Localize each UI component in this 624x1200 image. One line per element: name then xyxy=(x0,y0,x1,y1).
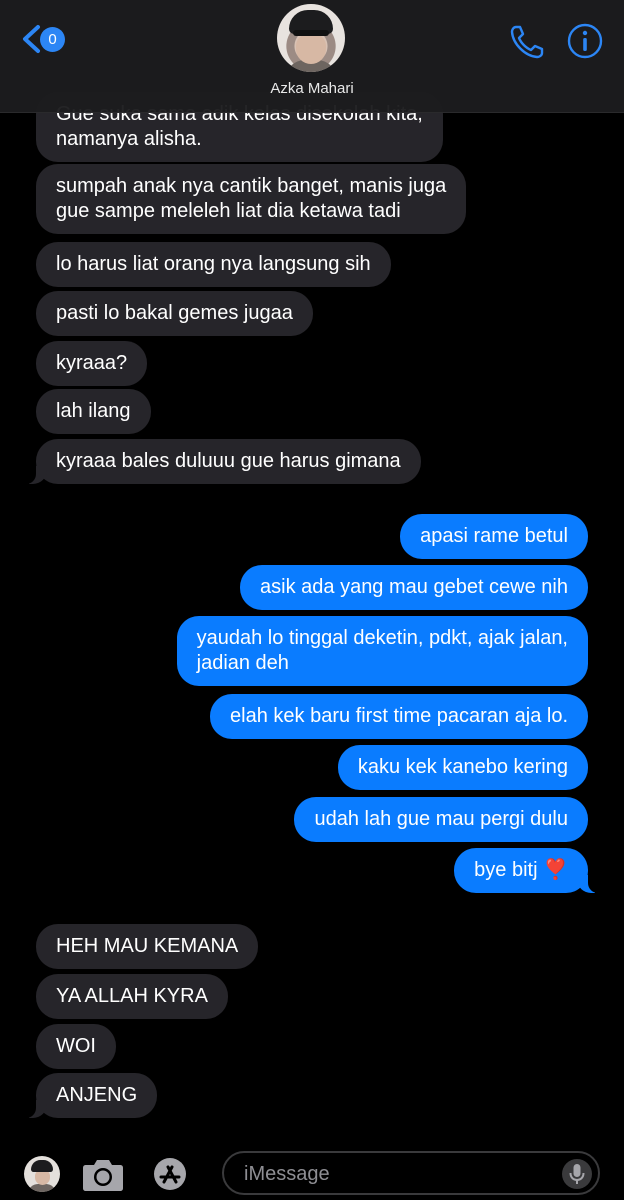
info-icon xyxy=(567,23,603,59)
compose-bar: iMessage xyxy=(0,1140,624,1200)
message-text: lah ilang xyxy=(56,400,131,422)
camera-button[interactable] xyxy=(82,1156,124,1192)
message-text: WOI xyxy=(56,1035,96,1057)
message-bubble-outgoing[interactable]: asik ada yang mau gebet cewe nih xyxy=(240,565,588,610)
message-text: asik ada yang mau gebet cewe nih xyxy=(260,576,568,598)
message-bubble-incoming[interactable]: WOI xyxy=(36,1024,116,1069)
info-button[interactable] xyxy=(566,22,604,60)
message-text: jadian deh xyxy=(196,652,289,674)
contact-name[interactable]: Azka Mahari xyxy=(0,80,624,97)
message-text: HEH MAU KEMANA xyxy=(56,935,239,957)
message-text: YA ALLAH KYRA xyxy=(56,985,208,1007)
camera-icon xyxy=(83,1160,123,1191)
dictation-button[interactable] xyxy=(562,1159,592,1189)
message-bubble-incoming[interactable]: lah ilang xyxy=(36,389,151,434)
message-bubble-incoming[interactable]: ANJENG xyxy=(23,1073,158,1118)
message-input-placeholder: iMessage xyxy=(244,1163,330,1185)
message-bubble-incoming[interactable]: sumpah anak nya cantik banget, manis jug… xyxy=(36,164,467,234)
phone-icon xyxy=(510,25,544,59)
message-bubble-outgoing[interactable]: apasi rame betul xyxy=(400,514,588,559)
message-bubble-outgoing[interactable]: udah lah gue mau pergi dulu xyxy=(294,797,588,842)
call-button[interactable] xyxy=(507,22,547,62)
message-text: yaudah lo tinggal deketin, pdkt, ajak ja… xyxy=(196,627,568,649)
message-text: kyraaa bales duluuu gue harus gimana xyxy=(56,450,401,472)
message-input[interactable]: iMessage xyxy=(222,1151,600,1195)
microphone-icon xyxy=(562,1159,592,1189)
message-text: pasti lo bakal gemes jugaa xyxy=(56,302,293,324)
message-bubble-incoming[interactable]: YA ALLAH KYRA xyxy=(36,974,228,1019)
message-text: namanya alisha. xyxy=(56,128,202,150)
message-text: gue sampe meleleh liat dia ketawa tadi xyxy=(56,200,401,222)
app-store-button[interactable] xyxy=(150,1156,190,1192)
message-text: bye bitj ❣️ xyxy=(474,859,568,881)
message-bubble-outgoing[interactable]: elah kek baru first time pacaran aja lo. xyxy=(210,694,588,739)
back-button[interactable]: 0 xyxy=(20,22,70,56)
message-bubble-incoming[interactable]: pasti lo bakal gemes jugaa xyxy=(36,291,313,336)
message-bubble-incoming[interactable]: kyraaa? xyxy=(36,341,148,386)
app-store-icon xyxy=(154,1158,186,1190)
message-text: kaku kek kanebo kering xyxy=(357,756,568,778)
message-text: apasi rame betul xyxy=(420,525,568,547)
message-text: elah kek baru first time pacaran aja lo. xyxy=(230,705,568,727)
message-bubble-incoming[interactable]: HEH MAU KEMANA xyxy=(36,924,259,969)
message-text: sumpah anak nya cantik banget, manis jug… xyxy=(56,175,447,197)
message-text: kyraaa? xyxy=(56,352,128,374)
contact-avatar[interactable] xyxy=(277,4,345,72)
message-text: ANJENG xyxy=(56,1084,138,1106)
message-bubble-outgoing[interactable]: yaudah lo tinggal deketin, pdkt, ajak ja… xyxy=(176,616,588,686)
unread-count-badge: 0 xyxy=(40,27,65,52)
message-thread[interactable]: Gue suka sama adik kelas disekolah kita,… xyxy=(0,0,624,1140)
message-bubble-incoming[interactable]: lo harus liat orang nya langsung sih xyxy=(36,242,391,287)
message-bubble-incoming[interactable]: kyraaa bales duluuu gue harus gimana xyxy=(24,439,421,484)
message-text: udah lah gue mau pergi dulu xyxy=(314,808,568,830)
message-text: lo harus liat orang nya langsung sih xyxy=(56,253,371,275)
message-bubble-outgoing[interactable]: bye bitj ❣️ xyxy=(454,848,600,893)
memoji-button[interactable] xyxy=(24,1156,60,1192)
conversation-header: 0 Azka Mahari xyxy=(0,0,624,113)
message-bubble-outgoing[interactable]: kaku kek kanebo kering xyxy=(337,745,588,790)
